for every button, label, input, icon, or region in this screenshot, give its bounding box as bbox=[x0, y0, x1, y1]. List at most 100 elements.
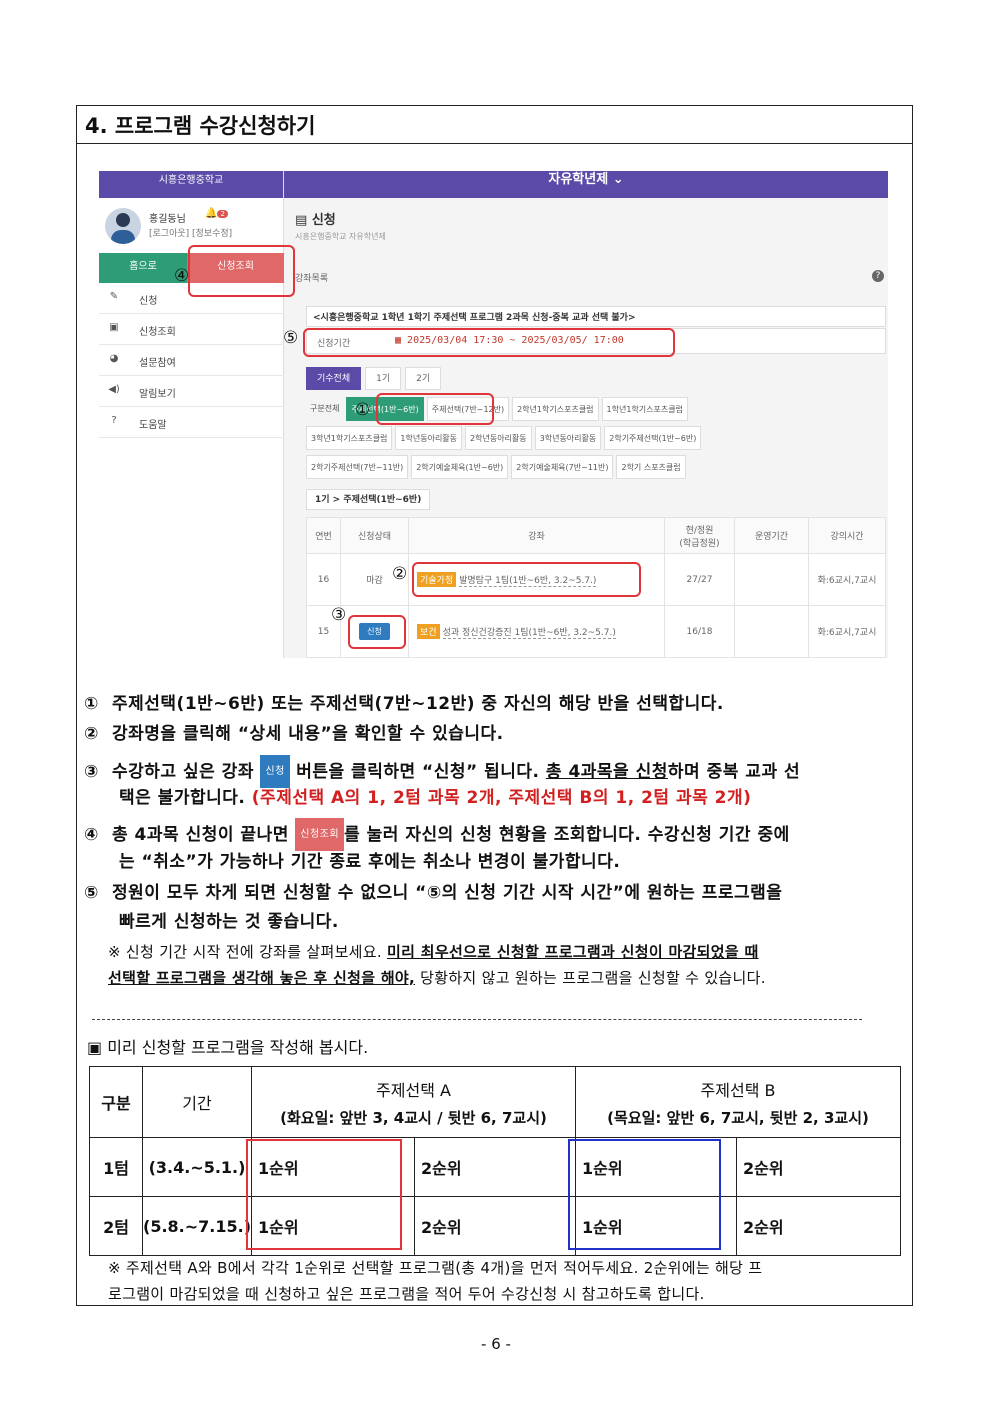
col-header: 강의시간 bbox=[808, 517, 886, 554]
course-link[interactable]: 성과 정신건강증진 1팀(1반~6반, 3.2~5.7.) bbox=[442, 628, 616, 639]
col-header: 연번 bbox=[306, 517, 341, 554]
col-topic-a: 주제선택 A (화요일: 앞반 3, 4교시 / 뒷반 6, 7교시) bbox=[251, 1066, 577, 1138]
chip[interactable]: 2학년동아리활동 bbox=[465, 426, 532, 450]
marker-1: ① bbox=[355, 400, 371, 420]
sidebar-item-label: 신청 bbox=[139, 296, 158, 307]
user-links[interactable]: [로그아웃] [정보수정] bbox=[149, 226, 232, 239]
period-cell: (3.4.~5.1.) bbox=[141, 1137, 253, 1197]
subject-tag: 보건 bbox=[417, 624, 440, 639]
chip[interactable]: 구분전체 bbox=[306, 397, 343, 421]
chip[interactable]: 2학기예술체육(1반~6반) bbox=[411, 455, 509, 479]
help-icon[interactable]: ? bbox=[872, 270, 884, 282]
col-gubun: 구분 bbox=[89, 1066, 143, 1138]
chip[interactable]: 2학기 스포츠클럽 bbox=[616, 455, 686, 479]
col-header: 신청상태 bbox=[340, 517, 409, 554]
chip[interactable]: 3학년동아리활동 bbox=[534, 426, 602, 450]
chip[interactable]: 3학년1학기스포츠클럽 bbox=[306, 426, 393, 450]
sidebar-item-survey[interactable]: ◕ 설문참여 bbox=[99, 345, 284, 376]
plan-heading: ▣ 미리 신청할 프로그램을 작성해 봅시다. bbox=[87, 1038, 369, 1057]
highlight-course bbox=[412, 562, 641, 597]
col-topic-b: 주제선택 B (목요일: 앞반 6, 7교시, 뒷반 2, 3교시) bbox=[575, 1066, 902, 1138]
term-cell: 2텀 bbox=[89, 1196, 143, 1256]
page-title: ▤ 신청 bbox=[295, 213, 336, 228]
program-selector[interactable]: 자유학년제 ⌄ bbox=[284, 171, 888, 198]
b-second-choice[interactable]: 2순위 bbox=[736, 1137, 902, 1197]
speaker-icon: ◀) bbox=[108, 384, 120, 395]
marker-2: ② bbox=[392, 564, 408, 584]
chip[interactable]: 2학기주제선택(1반~6반) bbox=[604, 426, 702, 450]
sidebar-item-lookup[interactable]: ▣ 신청조회 bbox=[99, 314, 284, 345]
col-header: 강좌 bbox=[408, 517, 665, 554]
document-icon: ▤ bbox=[295, 213, 312, 228]
table-header-row: 연번 신청상태 강좌 현/정원 (학급정원) 운영기간 강의시간 bbox=[306, 517, 886, 554]
instruction-4-cont: 는 “취소”가 가능하나 기간 종료 후에는 취소나 변경이 불가합니다. bbox=[119, 852, 621, 872]
marker-3: ③ bbox=[331, 605, 347, 625]
divider bbox=[92, 1019, 862, 1020]
sidebar-item-notice[interactable]: ◀) 알림보기 bbox=[99, 376, 284, 407]
cell-period bbox=[734, 553, 809, 606]
cell-no: 16 bbox=[306, 553, 341, 606]
highlight-b-first bbox=[568, 1139, 721, 1250]
user-name: 홍길동님 bbox=[149, 214, 186, 225]
notice-line: <시흥은행중학교 1학년 1학기 주제선택 프로그램 2과목 신청-중복 교과 … bbox=[306, 306, 886, 327]
chip[interactable]: 2학기주제선택(7반~11반) bbox=[306, 455, 409, 479]
instruction-5: ⑤ 정원이 모두 차게 되면 신청할 수 없으니 “⑤의 신청 기간 시작 시간”… bbox=[84, 883, 783, 903]
chip-row: 3학년1학기스포츠클럽 1학년동아리활동 2학년동아리활동 3학년동아리활동 2… bbox=[306, 426, 876, 450]
cell-period bbox=[734, 605, 809, 658]
avatar bbox=[105, 208, 141, 244]
bell-badge: 2 bbox=[217, 210, 228, 218]
term-tabs: 기수전체 1기 2기 bbox=[306, 367, 442, 390]
col-header: 현/정원 (학급정원) bbox=[664, 517, 735, 554]
cell-time: 화:6교시,7교시 bbox=[808, 605, 886, 658]
highlight-period bbox=[303, 328, 675, 357]
sidebar-item-label: 설문참여 bbox=[139, 358, 176, 369]
tab-term1[interactable]: 1기 bbox=[365, 367, 402, 390]
pie-chart-icon: ◕ bbox=[109, 353, 119, 364]
edit-icon: ✎ bbox=[109, 291, 119, 302]
plan-header-row: 구분 기간 주제선택 A (화요일: 앞반 3, 4교시 / 뒷반 6, 7교시)… bbox=[89, 1066, 902, 1138]
lookup-button-sample: 신청조회 bbox=[295, 818, 345, 851]
plan-table: 구분 기간 주제선택 A (화요일: 앞반 3, 4교시 / 뒷반 6, 7교시)… bbox=[89, 1066, 902, 1256]
sidebar-item-label: 도움말 bbox=[139, 420, 167, 431]
b-second-choice[interactable]: 2순위 bbox=[736, 1196, 902, 1256]
cell-course[interactable]: 보건 성과 정신건강증진 1팀(1반~6반, 3.2~5.7.) bbox=[408, 605, 665, 658]
highlight-lookup bbox=[188, 245, 295, 297]
instruction-4: ④총 4과목 신청이 끝나면 신청조회 를 눌러 자신의 신청 현황을 조회합니다… bbox=[84, 818, 904, 851]
cell-time: 화:6교시,7교시 bbox=[808, 553, 886, 606]
instruction-3-cont: 택은 불가합니다. (주제선택 A의 1, 2텀 과목 2개, 주제선택 B의 … bbox=[119, 788, 752, 808]
highlight-apply bbox=[348, 615, 406, 649]
instruction-1: ① 주제선택(1반~6반) 또는 주제선택(7반~12반) 중 자신의 해당 반을… bbox=[84, 694, 724, 714]
marker-5: ⑤ bbox=[283, 328, 299, 348]
sidebar-item-label: 알림보기 bbox=[139, 389, 176, 400]
plan-note-cont: 로그램이 마감되었을 때 신청하고 싶은 프로그램을 적어 두어 수강신청 시 … bbox=[108, 1285, 705, 1303]
list-label: 강좌목록 bbox=[295, 274, 329, 284]
marker-4: ④ bbox=[174, 266, 190, 286]
tip-note: ※ 신청 기간 시작 전에 강좌를 살펴보세요. 미리 최우선으로 신청할 프로… bbox=[108, 943, 759, 961]
a-second-choice[interactable]: 2순위 bbox=[414, 1137, 577, 1197]
chip[interactable]: 1학년동아리활동 bbox=[395, 426, 463, 450]
chip[interactable]: 2학기예술체육(7반~11반) bbox=[511, 455, 614, 479]
page-number: - 6 - bbox=[481, 1335, 511, 1353]
instruction-2: ② 강좌명을 클릭해 “상세 내용”을 확인할 수 있습니다. bbox=[84, 724, 504, 744]
section-title: 4. 프로그램 수강신청하기 bbox=[77, 106, 912, 144]
a-second-choice[interactable]: 2순위 bbox=[414, 1196, 577, 1256]
sidebar-item-label: 신청조회 bbox=[139, 327, 176, 338]
highlight-a-first bbox=[246, 1139, 402, 1250]
term-cell: 1텀 bbox=[89, 1137, 143, 1197]
chip[interactable]: 2학년1학기스포츠클럽 bbox=[512, 397, 599, 421]
cell-count: 27/27 bbox=[664, 553, 735, 606]
col-period: 기간 bbox=[141, 1066, 253, 1138]
instruction-5-cont: 빠르게 신청하는 것 좋습니다. bbox=[119, 912, 339, 932]
plan-row: 1텀 (3.4.~5.1.) 1순위 2순위 1순위 2순위 bbox=[89, 1137, 902, 1197]
chip-row: 2학기주제선택(7반~11반) 2학기예술체육(1반~6반) 2학기예술체육(7… bbox=[306, 455, 876, 479]
sidebar-item-help[interactable]: ? 도움말 bbox=[99, 407, 284, 438]
tab-term2[interactable]: 2기 bbox=[405, 367, 442, 390]
chip[interactable]: 1학년1학기스포츠클럽 bbox=[601, 397, 688, 421]
sidebar-menu: ✎ 신청 ▣ 신청조회 ◕ 설문참여 ◀) 알림보기 ? 도움말 bbox=[99, 283, 284, 438]
tab-all[interactable]: 기수전체 bbox=[306, 367, 362, 390]
school-name: 시흥은행중학교 bbox=[99, 171, 283, 198]
plan-note: ※ 주제선택 A와 B에서 각각 1순위로 선택할 프로그램(총 4개)을 먼저… bbox=[108, 1259, 763, 1277]
col-header: 운영기간 bbox=[734, 517, 809, 554]
question-icon: ? bbox=[111, 415, 117, 426]
bell-icon[interactable]: 🔔 2 bbox=[205, 208, 228, 219]
